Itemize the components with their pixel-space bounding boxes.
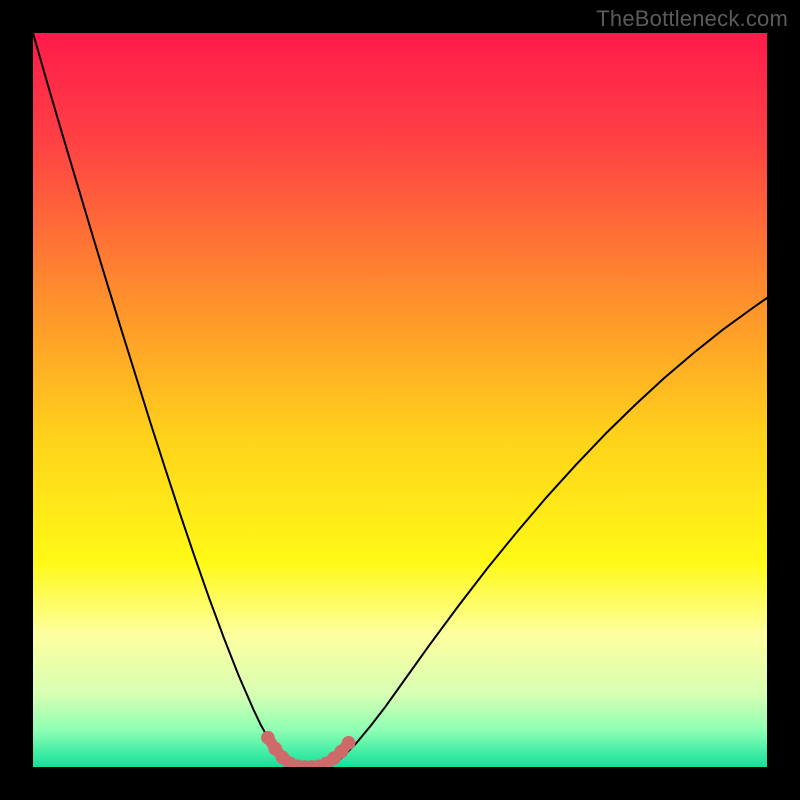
- plot-area: [33, 33, 767, 767]
- watermark-text: TheBottleneck.com: [596, 6, 788, 32]
- chart-frame: TheBottleneck.com: [0, 0, 800, 800]
- series-floor-highlight-dot: [342, 736, 356, 750]
- plot-svg: [33, 33, 767, 767]
